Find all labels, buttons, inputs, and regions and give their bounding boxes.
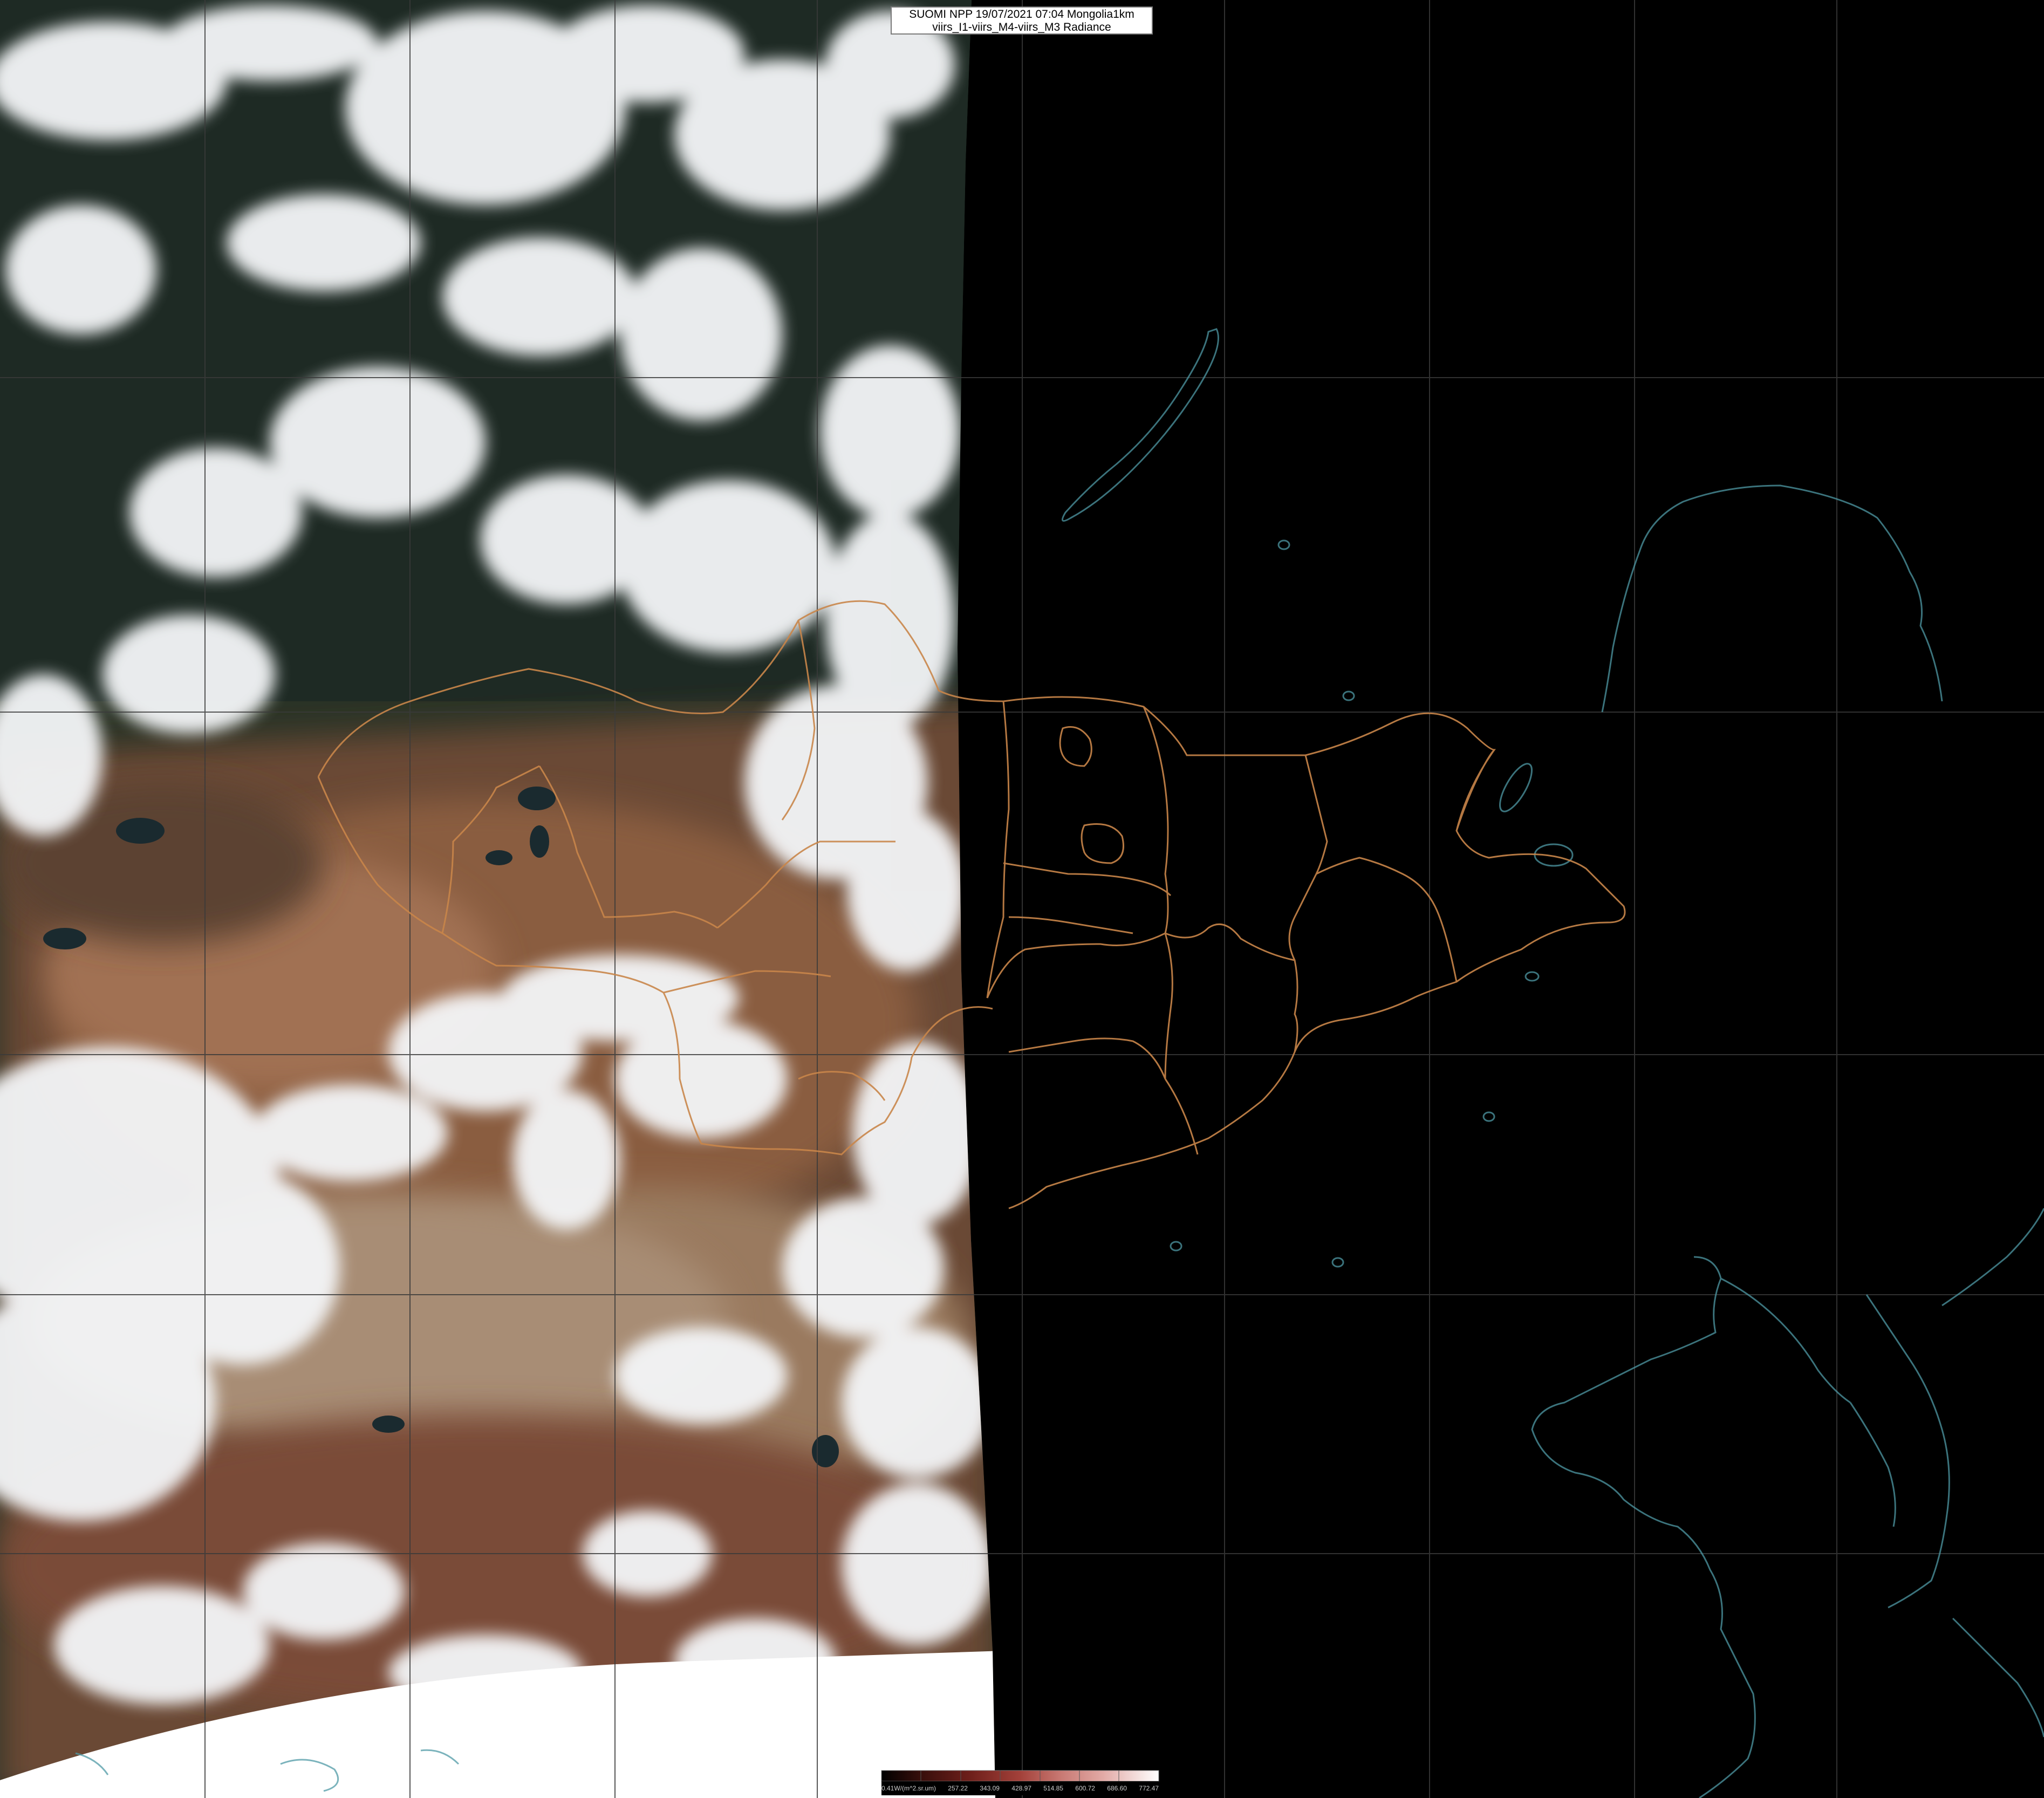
satellite-image [0,0,2044,1798]
title-line-1: SUOMI NPP 19/07/2021 07:04 Mongolia1km [909,8,1134,20]
image-title: SUOMI NPP 19/07/2021 07:04 Mongolia1km v… [891,6,1153,35]
swath [0,0,995,1798]
title-line-2: viirs_I1-viirs_M4-viirs_M3 Radiance [932,21,1111,33]
legend-bar [881,1770,1159,1795]
